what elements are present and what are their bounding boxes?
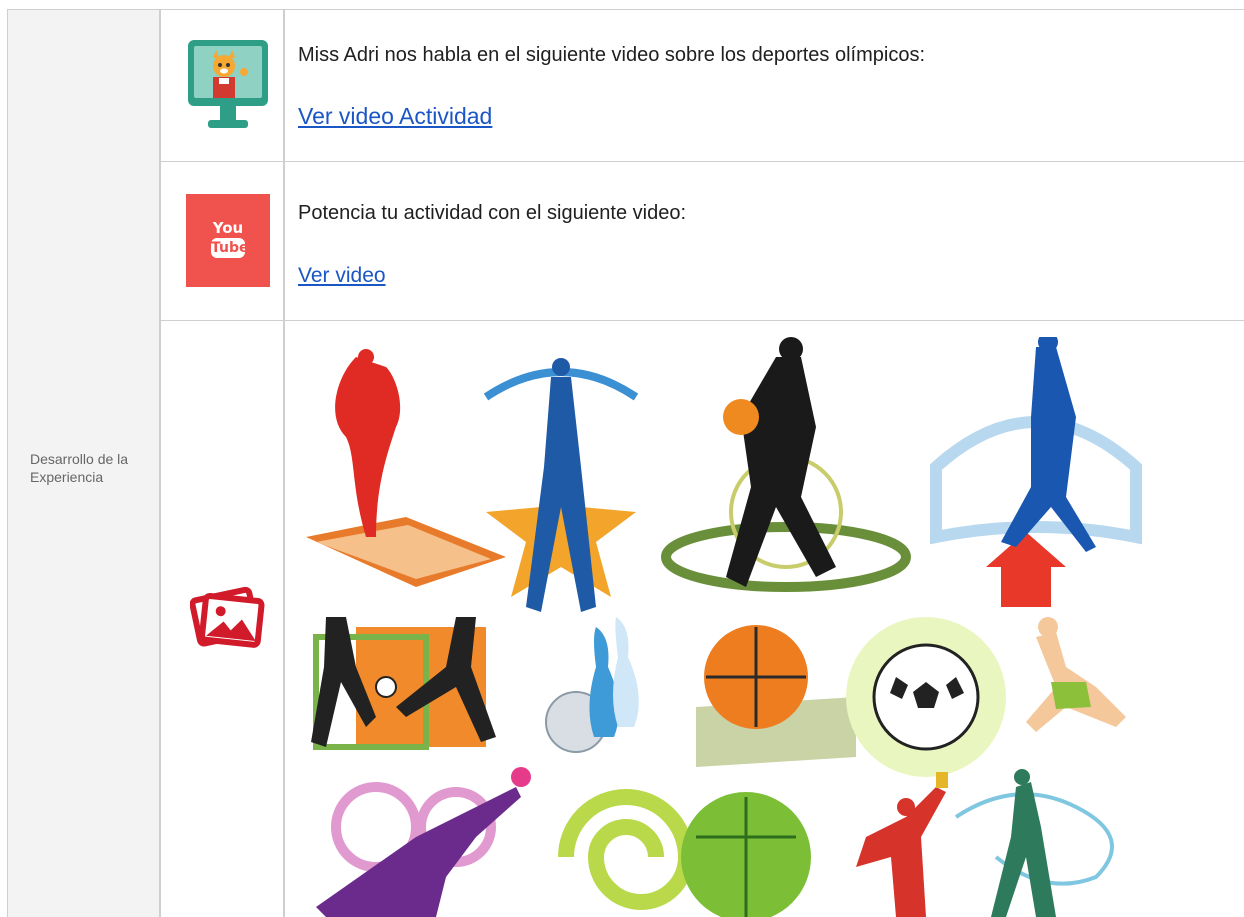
section-label: Desarrollo de la Experiencia <box>30 451 129 485</box>
soccer-ball-burst-icon <box>846 617 1006 777</box>
skier-icon <box>930 337 1142 607</box>
basketball-player-icon <box>661 337 911 592</box>
column-divider-1 <box>159 9 161 917</box>
table-top-border <box>8 9 1244 10</box>
ribbon-gymnast-icon <box>954 769 1114 917</box>
table-left-border <box>7 9 8 917</box>
ice-skater-star-icon <box>483 358 639 612</box>
bowling-icon <box>545 617 639 753</box>
row-2-text: Potencia tu actividad con el siguiente v… <box>298 202 687 224</box>
basketball-ball-icon <box>696 625 856 767</box>
watch-activity-video-link[interactable]: Ver video Actividad <box>298 102 492 130</box>
column-divider-2 <box>283 9 285 917</box>
youtube-icon-text-tube: Tube <box>211 238 249 258</box>
youtube-icon-text-you: You <box>212 219 244 237</box>
figure-skater-red-icon <box>306 349 506 587</box>
youtube-icon: You Tube <box>186 194 270 287</box>
row-divider-2 <box>160 320 1244 321</box>
row-1-text: Miss Adri nos habla en el siguiente vide… <box>298 44 926 66</box>
image-gallery-icon <box>189 586 266 650</box>
yoga-figure-icon <box>1026 617 1126 732</box>
olympic-sports-collage <box>296 337 1144 917</box>
rhythmic-gymnast-purple-icon <box>316 767 531 917</box>
watch-video-link[interactable]: Ver video <box>298 262 386 290</box>
soccer-players-icon <box>311 617 496 750</box>
row-divider-1 <box>160 161 1244 162</box>
spiral-soccer-icon <box>558 789 811 917</box>
teacher-monitor-icon <box>186 38 270 132</box>
experience-table: Desarrollo de la Experiencia Miss Adri n… <box>0 0 1244 917</box>
trophy-runner-icon <box>856 772 948 917</box>
section-label-cell: Desarrollo de la Experiencia <box>8 10 159 917</box>
